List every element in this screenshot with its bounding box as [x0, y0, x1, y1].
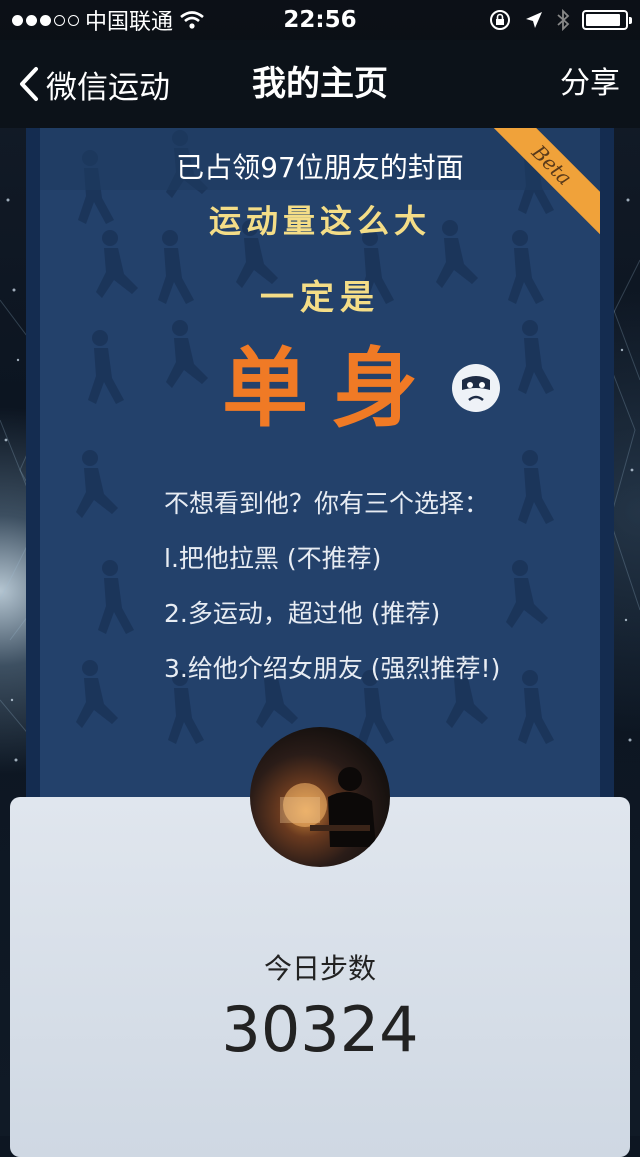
bluetooth-icon — [557, 8, 570, 32]
battery-level — [586, 14, 620, 26]
location-arrow-icon — [526, 12, 542, 28]
share-button[interactable]: 分享 — [560, 40, 620, 128]
steps-value: 30324 — [221, 993, 419, 1066]
cover-big-text: 单身 — [222, 338, 442, 439]
avatar[interactable] — [250, 727, 390, 867]
chevron-left-icon — [20, 67, 38, 101]
status-right — [488, 0, 632, 40]
cover-headline-2: 一定是 — [260, 278, 380, 318]
battery-icon — [582, 10, 632, 30]
cover-card: 已占领97位朋友的封面 运动量这么大 一定是 单身 不想看到他？你有三个选择： … — [26, 128, 614, 828]
sad-face-icon — [452, 364, 500, 412]
rotation-lock-icon — [490, 10, 510, 30]
cover-headline-1: 运动量这么大 — [208, 202, 431, 240]
option-item-2: 2.多运动，超过他 (推荐) — [164, 599, 441, 628]
option-item-1: l.把他拉黑 (不推荐) — [164, 544, 382, 573]
navigation-bar: 微信运动 我的主页 分享 — [0, 40, 640, 128]
option-item-3: 3.给他介绍女朋友 (强烈推荐!) — [164, 654, 501, 683]
cover-occupied-text: 已占领97位朋友的封面 — [176, 151, 464, 184]
back-button[interactable]: 微信运动 — [18, 40, 170, 128]
status-bar: 中国联通 22:56 — [0, 0, 640, 40]
steps-label: 今日步数 — [263, 952, 376, 985]
back-label: 微信运动 — [46, 69, 170, 106]
options-intro: 不想看到他？你有三个选择： — [164, 489, 490, 518]
options-list: 不想看到他？你有三个选择： l.把他拉黑 (不推荐) 2.多运动，超过他 (推荐… — [164, 484, 500, 704]
